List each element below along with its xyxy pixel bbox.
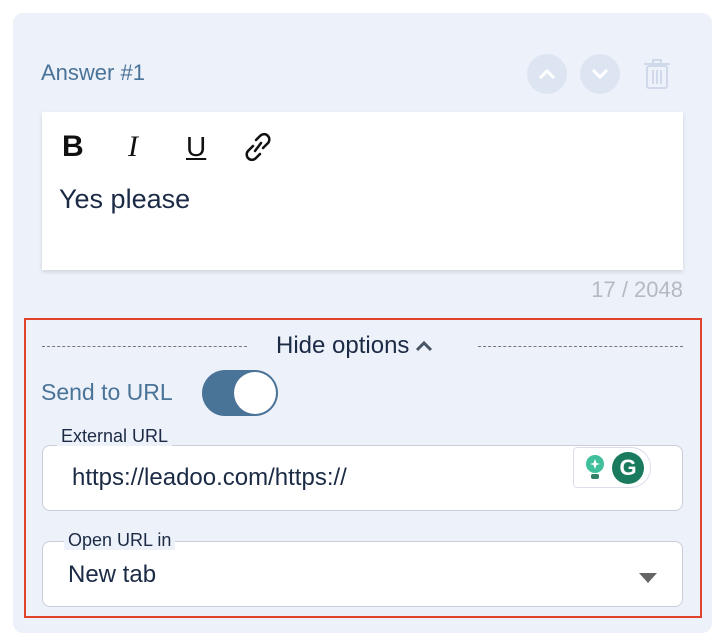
answer-title: Answer #1 [41,60,145,85]
open-url-in-label: Open URL in [64,530,176,550]
character-counter: 17 / 2048 [591,277,683,302]
delete-button[interactable] [643,58,671,95]
divider [478,346,683,347]
bold-button[interactable]: B [62,130,84,164]
divider [42,346,247,347]
send-to-url-label: Send to URL [41,379,173,405]
move-down-button[interactable] [580,54,620,94]
chevron-down-icon [591,68,609,80]
move-up-button[interactable] [527,54,567,94]
dropdown-arrow-icon [639,570,657,588]
underline-button[interactable]: U [186,130,206,164]
link-button[interactable] [244,132,272,167]
chevron-up-icon [538,68,556,80]
italic-button[interactable]: I [128,130,138,164]
chevron-up-icon [416,340,433,352]
hide-options-button[interactable]: Hide options [276,332,433,360]
svg-text:G: G [619,455,636,480]
grammarly-widget[interactable]: G [573,447,651,488]
external-url-label: External URL [57,426,173,446]
open-url-in-value: New tab [68,561,157,588]
link-icon [245,132,271,162]
lightbulb-icon [586,454,604,479]
grammarly-icon: G [612,451,644,484]
trash-icon [644,59,670,89]
editor-content[interactable]: Yes please [59,184,190,215]
toggle-knob [234,372,276,414]
external-url-value: https://leadoo.com/https:// [72,464,347,491]
hide-options-label: Hide options [276,332,410,359]
send-to-url-toggle[interactable] [202,370,278,416]
